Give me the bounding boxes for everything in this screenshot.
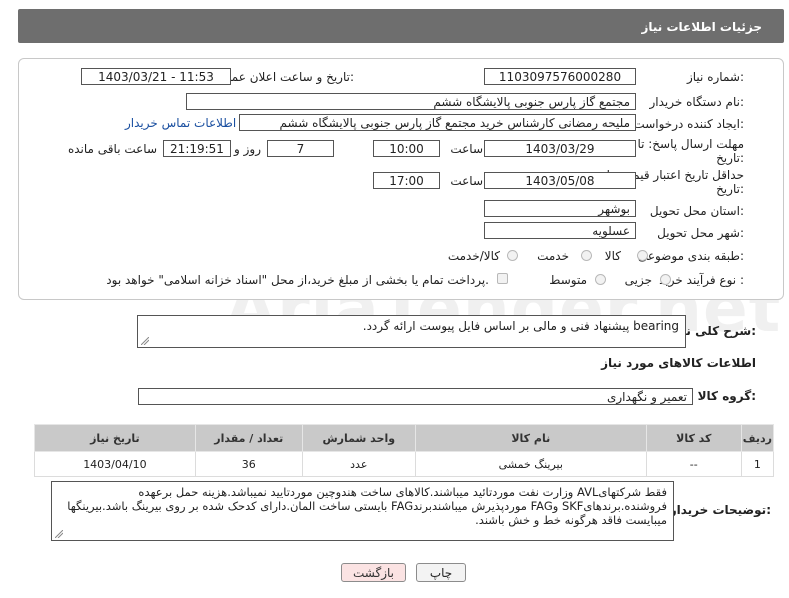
remaining-time-field: 21:19:51 [163,140,231,157]
treasury-payment-note: پرداخت تمام یا بخشی از مبلغ خرید،از محل … [106,273,489,287]
category-service-label: خدمت [537,249,569,263]
reply-deadline-label-2: تاریخ: [716,151,744,165]
description-textarea: bearing پیشنهاد فنی و مالی بر اساس فایل … [137,315,686,348]
buyer-notes-text: فقط شرکتهایAVL وزارت نفت موردتائید میباش… [67,485,667,527]
back-button[interactable]: بازگشت [341,563,406,582]
col-unit: واحد شمارش [301,424,416,452]
category-service-radio[interactable] [581,250,592,261]
table-row: 1 -- بیرینگ خمشی عدد 36 1403/04/10 [34,451,775,477]
cell-date: 1403/04/10 [34,451,196,477]
creator-field: ملیحه رمضانی کارشناس خرید مجتمع گاز پارس… [239,114,636,131]
resize-handle-icon[interactable] [55,530,63,538]
col-code: کد کالا [645,424,742,452]
reply-deadline-label: مهلت ارسال پاسخ: تا [637,137,744,151]
need-number-label: شماره نیاز: [686,70,744,84]
category-goods-radio[interactable] [637,250,648,261]
reply-date-field: 1403/03/29 [484,140,636,157]
days-label: روز و [234,142,261,156]
cell-unit: عدد [301,451,416,477]
col-name: نام کالا [414,424,647,452]
creator-label: ایجاد کننده درخواست: [633,117,744,131]
process-medium-radio[interactable] [595,274,606,285]
process-label: نوع فرآیند خرید : [659,273,744,287]
cell-name: بیرینگ خمشی [414,451,647,477]
validity-time-field: 17:00 [373,172,440,189]
process-medium-label: متوسط [549,273,587,287]
cell-row: 1 [740,451,775,477]
page-title: جزئیات اطلاعات نیاز [641,20,762,34]
goods-group-field: تعمیر و نگهداری [138,388,693,405]
need-number-field: 1103097576000280 [484,68,636,85]
col-date: تاریخ نیاز [34,424,196,452]
remaining-days-field: 7 [267,140,334,157]
cell-code: -- [645,451,742,477]
description-text: bearing پیشنهاد فنی و مالی بر اساس فایل … [362,319,679,333]
table-header-row: ردیف کد کالا نام کالا واحد شمارش تعداد /… [34,424,775,452]
goods-table: ردیف کد کالا نام کالا واحد شمارش تعداد /… [34,424,775,477]
remaining-label: ساعت باقی مانده [67,142,157,156]
reply-time-field: 10:00 [373,140,440,157]
buyer-notes-textarea: فقط شرکتهایAVL وزارت نفت موردتائید میباش… [51,481,674,541]
col-row: ردیف [740,424,775,452]
process-minor-radio[interactable] [660,274,671,285]
category-label: طبقه بندی موضوعی: [637,249,744,263]
col-qty: تعداد / مقدار [194,424,303,452]
page-header: جزئیات اطلاعات نیاز [18,9,784,43]
city-field: عسلویه [484,222,636,239]
process-minor-label: جزیی [624,273,652,287]
cell-qty: 36 [194,451,303,477]
buyer-org-label: نام دستگاه خریدار: [649,95,745,109]
validity-date-field: 1403/05/08 [484,172,636,189]
print-button[interactable]: چاپ [416,563,466,582]
province-field: بوشهر [484,200,636,217]
province-label: استان محل تحویل: [649,204,744,218]
buyer-org-field: مجتمع گاز پارس جنوبی پالایشگاه ششم [186,93,636,110]
goods-group-label: گروه کالا: [697,389,756,403]
validity-time-label: ساعت [450,174,483,188]
buyer-notes-label: توضیحات خریدار: [669,503,771,517]
treasury-payment-checkbox[interactable] [497,273,508,284]
reply-time-label: ساعت [450,142,483,156]
announce-datetime-field: 1403/03/21 - 11:53 [81,68,231,85]
city-label: شهر محل تحویل: [657,226,744,240]
resize-handle-icon[interactable] [141,337,149,345]
category-both-label: کالا/خدمت [447,249,500,263]
category-both-radio[interactable] [507,250,518,261]
goods-section-title: اطلاعات کالاهای مورد نیاز [601,356,756,370]
price-validity-label-2: تاریخ: [716,182,744,196]
buyer-contact-link[interactable]: اطلاعات تماس خریدار [125,116,236,130]
category-goods-label: کالا [604,249,621,263]
